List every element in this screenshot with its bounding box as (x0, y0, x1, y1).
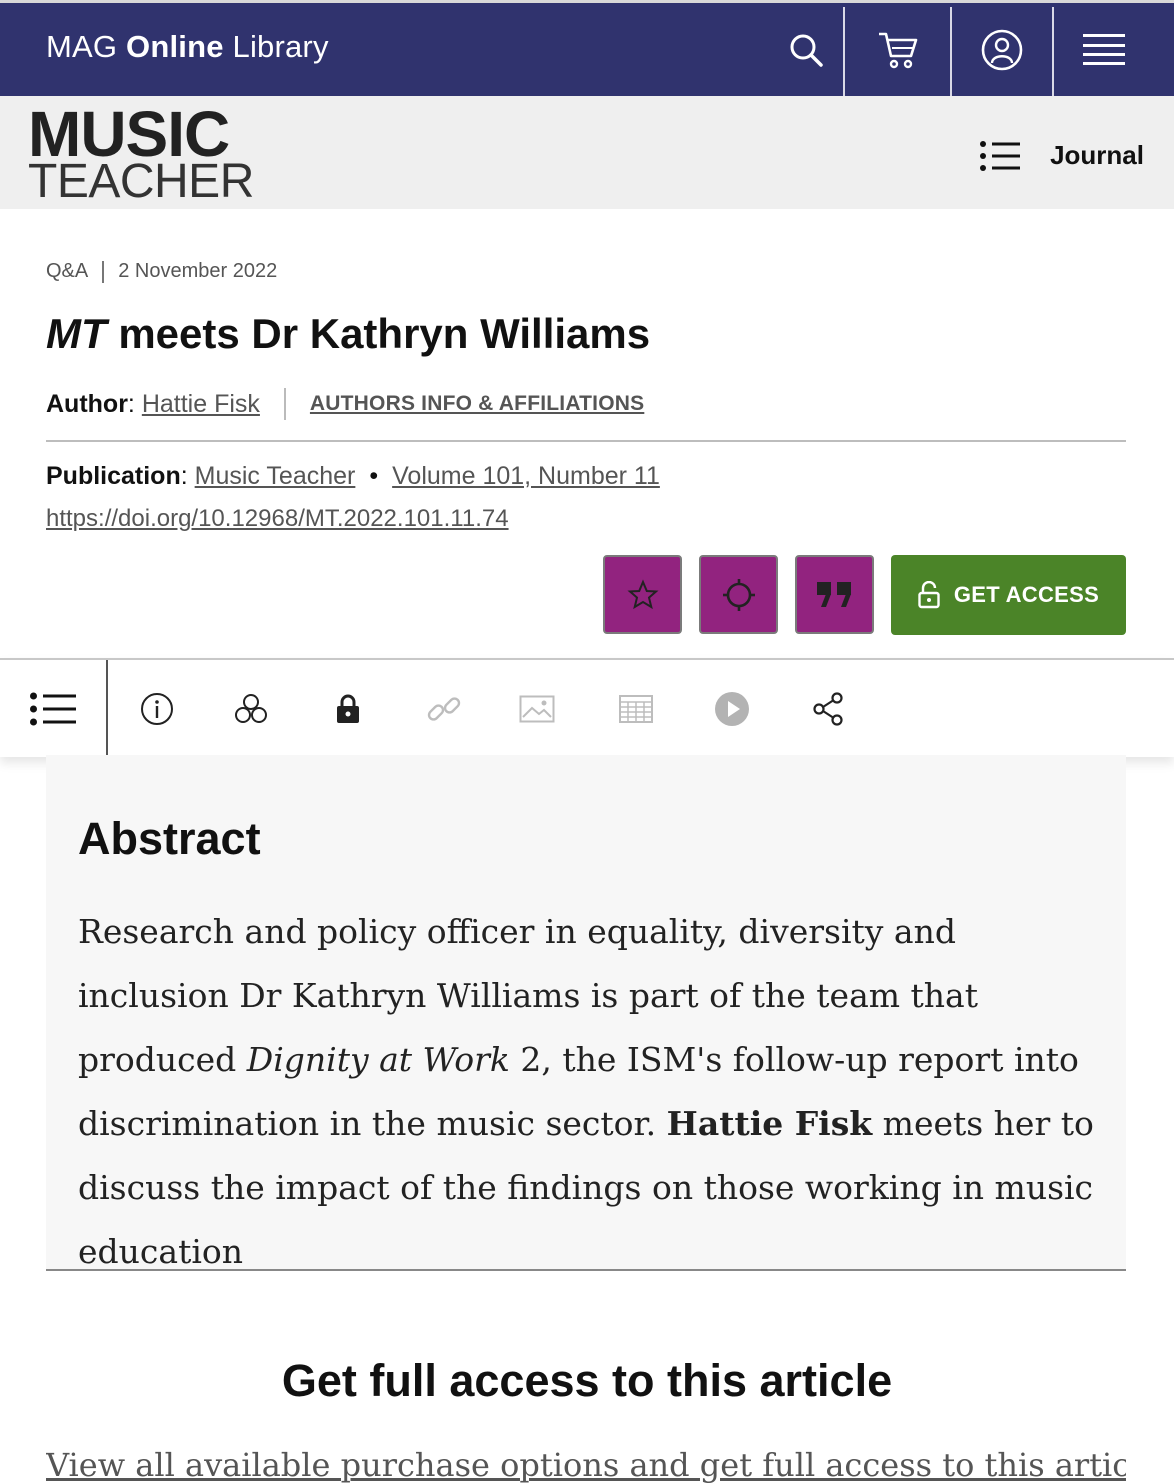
contents-button[interactable] (0, 660, 106, 757)
share-tab[interactable] (801, 660, 855, 757)
site-brand[interactable]: MAG Online Library (46, 29, 329, 65)
favorite-star-icon (626, 578, 659, 609)
information-tab[interactable] (130, 660, 184, 757)
publication-link[interactable]: Music Teacher (195, 462, 356, 490)
interviewer-name: Hattie Fisk (666, 1104, 873, 1143)
publication-label: Publication (46, 462, 181, 490)
music-teacher-logo[interactable]: MUSIC TEACHER (28, 102, 254, 206)
publication-row: Publication: Music Teacher • Volume 101, N… (46, 462, 660, 490)
main-menu-button[interactable] (1054, 3, 1154, 96)
cart-icon (878, 32, 917, 68)
metrics-tab[interactable] (224, 660, 278, 757)
info-icon (141, 692, 173, 725)
full-access-heading: Get full access to this article (281, 1355, 893, 1406)
journal-header: MUSIC TEACHER Journal (0, 96, 1174, 209)
get-access-button[interactable]: GET ACCESS (891, 555, 1126, 635)
abstract-section: Abstract Research and policy officer in … (46, 755, 1126, 1271)
purchase-options-link[interactable]: View all available purchase options and … (46, 1446, 1126, 1484)
list-menu-icon (980, 140, 1021, 171)
top-navigation-bar: MAG Online Library (0, 0, 1174, 96)
lock-icon (337, 694, 359, 723)
media-tab[interactable] (705, 660, 759, 757)
author-row: Author: Hattie Fisk AUTHORS INFO & AFFIL… (46, 388, 644, 420)
authors-affiliations-link[interactable]: AUTHORS INFO & AFFILIATIONS (310, 392, 644, 416)
get-access-label: GET ACCESS (953, 582, 1100, 607)
brand-bold: Online (126, 29, 224, 64)
abstract-heading: Abstract (78, 813, 261, 864)
references-tab[interactable] (417, 660, 471, 757)
metrics-icon (235, 693, 267, 723)
menu-icon (1083, 33, 1125, 65)
track-citations-icon (722, 578, 755, 611)
article-type: Q&A (46, 260, 89, 282)
search-icon (790, 34, 823, 67)
article-title: MT meets Dr Kathryn Williams (46, 310, 650, 358)
link-icon (427, 696, 461, 721)
article-meta: Q&A 2 November 2022 (46, 260, 277, 283)
article-date: 2 November 2022 (118, 260, 278, 282)
author-link[interactable]: Hattie Fisk (142, 390, 260, 419)
title-italic: MT (46, 310, 107, 357)
journal-menu-button[interactable]: Journal (980, 140, 1144, 171)
access-tab[interactable] (321, 660, 375, 757)
cite-quote-icon (816, 581, 851, 607)
brand-prefix: MAG (46, 29, 127, 64)
divider (46, 440, 1126, 442)
account-button[interactable] (952, 3, 1052, 96)
table-icon (619, 694, 653, 723)
cart-button[interactable] (845, 3, 950, 96)
article-toolbar (0, 658, 1174, 757)
image-icon (519, 695, 555, 722)
play-icon (715, 691, 749, 726)
figures-tab[interactable] (510, 660, 564, 757)
divider (46, 1269, 1126, 1271)
journal-label: Journal (1050, 140, 1144, 170)
doi-link[interactable]: https://doi.org/10.12968/MT.2022.101.11.… (46, 505, 509, 533)
share-icon (813, 691, 843, 726)
cite-button[interactable] (795, 555, 874, 634)
title-rest: meets Dr Kathryn Williams (106, 310, 651, 357)
report-title: Dignity at Work (246, 1040, 510, 1079)
logo-line-teacher: TEACHER (28, 155, 254, 208)
contents-list-icon (30, 692, 76, 725)
brand-suffix: Library (223, 29, 329, 64)
favorite-button[interactable] (603, 555, 682, 634)
user-icon (981, 29, 1023, 70)
abstract-text: Research and policy officer in equality,… (78, 900, 1098, 1284)
tables-tab[interactable] (609, 660, 663, 757)
author-label: Author (46, 389, 128, 418)
volume-link[interactable]: Volume 101, Number 11 (392, 462, 660, 490)
unlock-icon (918, 581, 940, 609)
logo-line-music: MUSIC (28, 98, 230, 170)
search-button[interactable] (768, 3, 844, 96)
track-citations-button[interactable] (699, 555, 778, 634)
